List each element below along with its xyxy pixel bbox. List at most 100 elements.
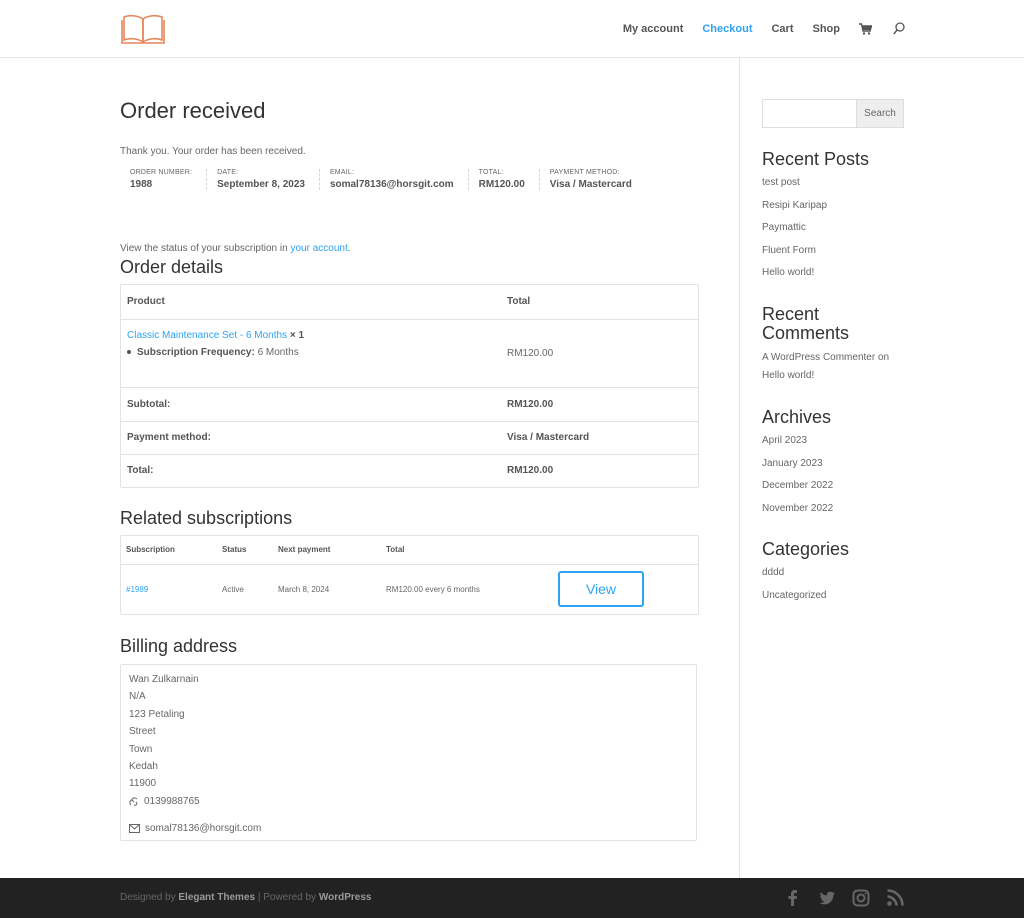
table-header-row: Subscription Status Next payment Total (121, 536, 698, 565)
billing-phone: 0139988765 (129, 793, 688, 810)
main-nav: My account Checkout Cart Shop (604, 22, 905, 35)
elegant-themes-link[interactable]: Elegant Themes (178, 892, 255, 903)
overview-label: ORDER NUMBER: (130, 169, 193, 176)
widget-title: Recent Comments (762, 305, 904, 343)
your-account-link[interactable]: your account (290, 243, 347, 254)
twitter-icon[interactable] (818, 889, 836, 907)
order-details-table: Product Total Classic Maintenance Set - … (120, 284, 699, 488)
recent-posts-list: test post Resipi Karipap Paymattic Fluen… (762, 177, 904, 279)
table-row: Total: RM120.00 (121, 454, 698, 487)
overview-order-number: ORDER NUMBER: 1988 (120, 169, 208, 190)
list-item: Hello world! (762, 267, 904, 279)
list-item: Paymattic (762, 222, 904, 234)
address-line: N/A (129, 691, 146, 703)
list-item: Fluent Form (762, 245, 904, 257)
post-link[interactable]: Hello world! (762, 267, 814, 278)
search-button[interactable]: Search (856, 99, 904, 128)
post-link[interactable]: Resipi Karipap (762, 200, 827, 211)
archive-link[interactable]: December 2022 (762, 480, 833, 491)
subscription-status: Active (222, 584, 244, 594)
view-subscription-button[interactable]: View (558, 571, 644, 608)
overview-payment-method: PAYMENT METHOD: Visa / Mastercard (540, 169, 646, 190)
credit-text: Designed by (120, 892, 179, 903)
post-link[interactable]: test post (762, 177, 800, 188)
search-icon[interactable] (893, 22, 905, 35)
comment-author-link[interactable]: A WordPress Commenter (762, 352, 875, 363)
list-item: April 2023 (762, 435, 904, 447)
note-text: View the status of your subscription in (120, 243, 291, 254)
search-input[interactable] (762, 99, 856, 128)
archive-link[interactable]: November 2022 (762, 503, 833, 514)
recent-comments-widget: Recent Comments A WordPress Commenter on … (762, 305, 904, 385)
note-period: . (347, 243, 351, 254)
subscription-link[interactable]: #1989 (126, 585, 148, 594)
nav-checkout[interactable]: Checkout (702, 23, 752, 35)
address-line: Kedah (129, 761, 158, 773)
category-link[interactable]: Uncategorized (762, 590, 826, 601)
address-line: Wan Zulkarnain (129, 674, 199, 685)
phone-icon (129, 796, 138, 806)
list-item: Resipi Karipap (762, 200, 904, 212)
comment-post-link[interactable]: Hello world! (762, 370, 814, 381)
nav-shop[interactable]: Shop (813, 23, 841, 35)
address-line: Street (129, 726, 156, 738)
overview-label: DATE: (217, 169, 239, 176)
related-subscriptions-heading: Related subscriptions (120, 508, 293, 528)
nav-cart[interactable]: Cart (771, 23, 793, 35)
overview-total: TOTAL: RM120.00 (469, 169, 540, 190)
wordpress-link[interactable]: WordPress (319, 892, 372, 903)
widget-title-line: Recent (762, 304, 820, 324)
table-row: Subtotal: RM120.00 (121, 387, 698, 422)
book-logo-icon[interactable] (121, 13, 165, 45)
col-total: Total (501, 285, 698, 320)
archive-link[interactable]: January 2023 (762, 458, 823, 469)
table-row: #1989 Active March 8, 2024 RM120.00 ever… (121, 564, 698, 614)
product-total: RM120.00 (501, 319, 698, 388)
subscription-actions: View (553, 564, 698, 614)
subscription-total: RM120.00 every 6 months (386, 584, 480, 594)
footer-credit: Designed by Elegant Themes | Powered by … (120, 892, 371, 903)
post-link[interactable]: Paymattic (762, 222, 806, 233)
instagram-icon[interactable] (852, 889, 870, 907)
product-link[interactable]: Classic Maintenance Set - 6 Months (127, 330, 287, 341)
order-received-message: Thank you. Your order has been received. (120, 146, 306, 157)
address-line: 123 Petaling (129, 708, 185, 720)
col-subscription: Subscription (121, 536, 217, 565)
categories-list: dddd Uncategorized (762, 567, 904, 602)
archive-link[interactable]: April 2023 (762, 435, 807, 446)
nav-my-account[interactable]: My account (623, 23, 684, 35)
cart-icon[interactable] (859, 23, 873, 35)
widget-title: Archives (762, 407, 832, 427)
meta-value: 6 Months (257, 346, 299, 358)
address-line: Town (129, 743, 153, 755)
total-value: RM120.00 (507, 465, 554, 477)
sidebar-search: Search (762, 99, 904, 128)
overview-value: September 8, 2023 (217, 179, 305, 190)
table-row: Classic Maintenance Set - 6 Months × 1 S… (121, 319, 698, 388)
subscription-next-payment: March 8, 2024 (278, 584, 330, 594)
recent-comments-list: A WordPress Commenter on Hello world! (762, 349, 904, 385)
category-link[interactable]: dddd (762, 567, 784, 578)
overview-label: PAYMENT METHOD: (549, 169, 620, 176)
product-quantity: × 1 (289, 329, 305, 341)
post-link[interactable]: Fluent Form (762, 245, 816, 256)
list-item: January 2023 (762, 458, 904, 470)
rss-icon[interactable] (886, 889, 904, 907)
bullet-icon (127, 349, 131, 354)
list-item: test post (762, 177, 904, 189)
total-label: Total: (127, 465, 154, 477)
overview-email: EMAIL: somal78136@horsgit.com (320, 169, 469, 190)
table-header-row: Product Total (121, 285, 698, 320)
list-item: A WordPress Commenter on Hello world! (762, 349, 904, 385)
facebook-icon[interactable] (784, 889, 802, 907)
billing-email: somal78136@horsgit.com (129, 820, 688, 837)
subtotal-label: Subtotal: (121, 387, 501, 422)
col-status: Status (217, 536, 273, 565)
payment-method-value: Visa / Mastercard (501, 421, 698, 455)
billing-address: Wan Zulkarnain N/A 123 Petaling Street T… (121, 665, 696, 838)
archives-widget: Archives April 2023 January 2023 Decembe… (762, 408, 904, 525)
sidebar-divider (739, 58, 740, 878)
phone-number: 0139988765 (144, 795, 200, 807)
meta-key: Subscription Frequency: (137, 346, 255, 358)
subscription-id-cell: #1989 (121, 564, 217, 614)
